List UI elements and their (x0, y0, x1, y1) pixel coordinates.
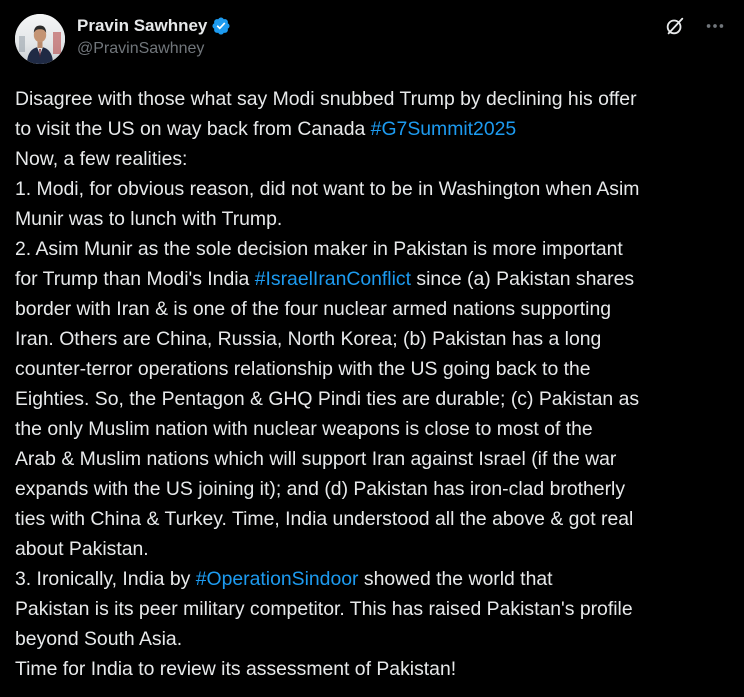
tweet-text-segment: since (a) Pakistan shares (411, 268, 635, 290)
tweet-text-segment: Eighties. So, the Pentagon & GHQ Pindi t… (15, 388, 640, 410)
tweet-text-segment: to visit the US on way back from Canada (15, 118, 371, 140)
tweet-text-segment: Munir was to lunch with Trump. (15, 208, 283, 230)
tweet-text-segment: expands with the US joining it); and (d)… (15, 478, 626, 500)
tweet-text-line: 2. Asim Munir as the sole decision maker… (15, 234, 732, 264)
tweet-text-line: 1. Modi, for obvious reason, did not wan… (15, 174, 732, 204)
tweet-text-segment: Time for India to review its assessment … (15, 658, 457, 680)
author-handle[interactable]: @PravinSawhney (77, 40, 231, 58)
tweet-text-line: Munir was to lunch with Trump. (15, 204, 732, 234)
tweet-text-segment: 1. Modi, for obvious reason, did not wan… (15, 178, 640, 200)
tweet-text-line: Time for India to review its assessment … (15, 654, 732, 684)
hashtag-link[interactable]: #G7Summit2025 (371, 118, 517, 140)
more-options-button[interactable] (701, 14, 729, 42)
profile-photo-icon (15, 14, 65, 64)
tweet-text-line: Eighties. So, the Pentagon & GHQ Pindi t… (15, 384, 732, 414)
tweet-text-line: Pakistan is its peer military competitor… (15, 594, 732, 624)
display-name[interactable]: Pravin Sawhney (77, 16, 207, 36)
hashtag-link[interactable]: #IsraelIranConflict (255, 268, 411, 290)
tweet-text-line: border with Iran & is one of the four nu… (15, 294, 732, 324)
more-horizontal-icon (704, 15, 726, 42)
tweet-text-line: counter-terror operations relationship w… (15, 354, 732, 384)
tweet-header: Pravin Sawhney @PravinSawhney (15, 14, 729, 66)
tweet-text-segment: beyond South Asia. (15, 628, 183, 650)
grok-button[interactable] (661, 14, 689, 42)
tweet-text-segment: for Trump than Modi's India (15, 268, 255, 290)
tweet-text-line: the only Muslim nation with nuclear weap… (15, 414, 732, 444)
tweet-text-line: Now, a few realities: (15, 144, 732, 174)
tweet-text-line: beyond South Asia. (15, 624, 732, 654)
tweet-text-segment: the only Muslim nation with nuclear weap… (15, 418, 593, 440)
tweet-text-segment: Now, a few realities: (15, 148, 188, 170)
tweet-text-segment: 3. Ironically, India by (15, 568, 196, 590)
tweet-text-line: Iran. Others are China, Russia, North Ko… (15, 324, 732, 354)
tweet-text-line: ties with China & Turkey. Time, India un… (15, 504, 732, 534)
tweet-text-line: for Trump than Modi's India #IsraelIranC… (15, 264, 732, 294)
tweet-text-line: to visit the US on way back from Canada … (15, 114, 732, 144)
tweet-text-segment: Disagree with those what say Modi snubbe… (15, 88, 637, 110)
verified-badge-icon[interactable] (211, 16, 231, 36)
display-name-row: Pravin Sawhney (77, 15, 231, 37)
tweet-text-segment: ties with China & Turkey. Time, India un… (15, 508, 634, 530)
tweet-text-line: Disagree with those what say Modi snubbe… (15, 84, 732, 114)
tweet-text-segment: counter-terror operations relationship w… (15, 358, 591, 380)
hashtag-link[interactable]: #OperationSindoor (196, 568, 359, 590)
slashed-circle-icon (664, 15, 686, 42)
tweet-text-line: 3. Ironically, India by #OperationSindoo… (15, 564, 732, 594)
tweet-text: Disagree with those what say Modi snubbe… (15, 84, 732, 684)
tweet-text-segment: Arab & Muslim nations which will support… (15, 448, 617, 470)
author-names: Pravin Sawhney @PravinSawhney (77, 14, 231, 58)
tweet-text-line: expands with the US joining it); and (d)… (15, 474, 732, 504)
tweet-text-segment: about Pakistan. (15, 538, 149, 560)
avatar[interactable] (15, 14, 65, 64)
tweet-text-segment: Pakistan is its peer military competitor… (15, 598, 633, 620)
tweet-text-segment: 2. Asim Munir as the sole decision maker… (15, 238, 623, 260)
tweet-text-line: about Pakistan. (15, 534, 732, 564)
tweet-card: Pravin Sawhney @PravinSawhney Disagree w… (0, 0, 744, 697)
tweet-text-segment: Iran. Others are China, Russia, North Ko… (15, 328, 602, 350)
tweet-text-segment: showed the world that (358, 568, 553, 590)
tweet-text-segment: border with Iran & is one of the four nu… (15, 298, 612, 320)
tweet-text-line: Arab & Muslim nations which will support… (15, 444, 732, 474)
tweet-actions (649, 14, 729, 42)
